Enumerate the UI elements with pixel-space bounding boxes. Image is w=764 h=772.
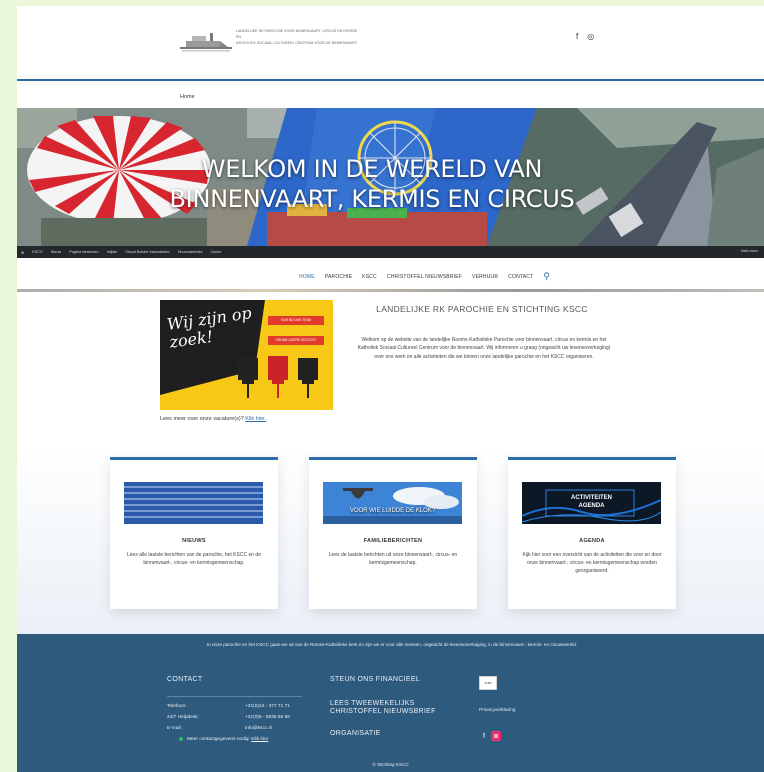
footer-contact-divider xyxy=(167,696,302,697)
search-icon[interactable]: ⚲ xyxy=(543,271,550,282)
breadcrumb-home[interactable]: Home xyxy=(180,94,195,100)
footer-support-heading[interactable]: STEUN ONS FINANCIEEL xyxy=(330,676,420,683)
footer-organisation-heading[interactable]: ORGANISATIE xyxy=(330,730,381,737)
footer-contact-heading: CONTACT xyxy=(167,676,203,683)
facebook-icon[interactable]: f xyxy=(576,32,578,41)
footer-newsletter-heading[interactable]: LEES TWEEWEKELIJKS CHRISTOFFEL NIEUWSBRI… xyxy=(330,700,436,716)
site-logo[interactable]: LANDELIJKE RK PAROCHIE VOOR BINNENVAART,… xyxy=(180,28,410,56)
status-dot-icon xyxy=(179,737,183,741)
card-familieberichten-text: Lees de laatste berichten uit onze binne… xyxy=(328,552,458,566)
admin-item-visual-builder[interactable]: Visual Builder inschakelen xyxy=(125,250,169,254)
footer-contact-more: Meer contactgegevens nodig: Klik hier xyxy=(187,737,268,742)
vacancy-link-prefix: Lees meer over onze vacature(s)? xyxy=(160,416,244,422)
admin-item-sustainability[interactable]: Duurzaamheid xyxy=(178,250,203,254)
nav-item-verhuur[interactable]: VERHUUR xyxy=(472,274,498,280)
admin-user-greeting[interactable]: Hallo kscc xyxy=(741,249,758,253)
nav-item-kscc[interactable]: KSCC xyxy=(362,274,377,280)
footer-helpdesk-label: 24/7 Helpdesk: xyxy=(167,715,199,720)
footer-newsletter-line-2: CHRISTOFFEL NIEUWSBRIEF xyxy=(330,708,436,715)
footer-helpdesk-value[interactable]: +31(0)6 - 5535 66 66 xyxy=(245,715,290,720)
card-nieuws-image xyxy=(124,482,263,524)
admin-toolbar: ⊕ KSCC Nieuw Pagina bewerken Inlijste Vi… xyxy=(17,246,764,258)
card-agenda-image-caption-line-1: ACTIVITEITEN xyxy=(570,495,612,501)
instagram-icon[interactable] xyxy=(490,731,501,741)
hero-banner: WELKOM IN DE WERELD VAN BINNENVAART, KER… xyxy=(17,108,764,246)
logo-ship-icon xyxy=(180,33,232,52)
header-divider xyxy=(17,79,764,81)
hero-title-line-1: WELKOM IN DE WERELD VAN xyxy=(201,155,543,183)
footer-privacy-link[interactable]: Privacyverklaring xyxy=(479,708,516,713)
footer-contact-more-link[interactable]: Klik hier xyxy=(251,737,268,742)
logo-line-3: KATHOLIEK SOCIAAL CULTUREEL CENTRUM VOOR… xyxy=(236,41,358,45)
admin-item-cache[interactable]: Cache xyxy=(210,250,221,254)
card-agenda[interactable]: ACTIVITEITEN AGENDA AGENDA Kijk hier voo… xyxy=(508,457,676,609)
hero-title-line-2: BINNENVAART, KERMIS EN CIRCUS xyxy=(169,185,575,213)
intro-body: Welkom op de website van de landelijke R… xyxy=(357,337,611,360)
vacancy-tag-volunteers: VRIJWILLIGERS GEZOCHT xyxy=(268,336,324,345)
header-social: f ◎ xyxy=(576,32,594,41)
card-agenda-title: AGENDA xyxy=(579,538,605,544)
card-familieberichten[interactable]: VOOR WIE LUIDDE DE KLOK? FAMILIEBERICHTE… xyxy=(309,457,477,609)
footer-intro: In onze parochie en het KSCC gaan we uit… xyxy=(206,642,578,647)
intro-title: LANDELIJKE RK PAROCHIE EN STICHTING KSCC xyxy=(376,304,588,314)
admin-item-plugins[interactable]: Inlijste xyxy=(107,250,118,254)
vacancy-tag-team: KOM BIJ ONS TEAM xyxy=(268,316,324,325)
card-nieuws-text: Lees alle laatste berichten van de paroc… xyxy=(127,552,261,566)
card-nieuws-title: NIEUWS xyxy=(182,538,206,544)
footer-email-value[interactable]: info@kscc.nl xyxy=(245,726,272,731)
bell-sky-image xyxy=(323,482,462,524)
admin-item-edit-page[interactable]: Pagina bewerken xyxy=(69,250,98,254)
footer-phone-value[interactable]: +31(0)24 - 377 71 71 xyxy=(245,704,290,709)
vacancy-banner[interactable]: Wij zijn op zoek! KOM BIJ ONS TEAM VRIJW… xyxy=(160,300,333,410)
hero-title: WELKOM IN DE WERELD VAN BINNENVAART, KER… xyxy=(167,154,577,214)
instagram-icon[interactable]: ◎ xyxy=(587,32,594,41)
logo-text: LANDELIJKE RK PAROCHIE VOOR BINNENVAART,… xyxy=(236,28,406,46)
card-familieberichten-image-caption: VOOR WIE LUIDDE DE KLOK? xyxy=(349,508,436,514)
footer-social: f xyxy=(483,731,501,741)
card-agenda-text: Kijk hier voor een overzicht van de acti… xyxy=(522,552,662,574)
footer-phone-label: Telefoon: xyxy=(167,704,187,709)
vacancy-link-row: Lees meer over onze vacature(s)? Klik hi… xyxy=(160,416,266,422)
nav-item-home[interactable]: HOME xyxy=(299,274,315,280)
card-familieberichten-image: VOOR WIE LUIDDE DE KLOK? xyxy=(323,482,462,524)
anbi-label: ANBI xyxy=(484,681,492,685)
page: LANDELIJKE RK PAROCHIE VOOR BINNENVAART,… xyxy=(17,6,764,772)
footer-newsletter-line-1: LEES TWEEWEKELIJKS xyxy=(330,700,415,707)
anbi-logo[interactable]: ANBI xyxy=(479,676,497,690)
footer-email-label: E-mail: xyxy=(167,726,182,731)
admin-item-new[interactable]: Nieuw xyxy=(51,250,62,254)
card-familieberichten-title: FAMILIEBERICHTEN xyxy=(363,538,423,544)
nav-item-parochie[interactable]: PAROCHIE xyxy=(325,274,352,280)
card-nieuws[interactable]: NIEUWS Lees alle laatste berichten van d… xyxy=(110,457,278,609)
nav-item-contact[interactable]: CONTACT xyxy=(508,274,533,280)
vacancy-link[interactable]: Klik hier. xyxy=(245,416,266,422)
nav-item-christoffel-nieuwsbrief[interactable]: CHRISTOFFEL NIEUWSBRIEF xyxy=(387,274,462,280)
decorative-strip xyxy=(17,289,764,292)
wordpress-icon[interactable]: ⊕ xyxy=(21,250,24,255)
card-agenda-image-caption-line-2: AGENDA xyxy=(578,503,605,509)
card-agenda-image: ACTIVITEITEN AGENDA xyxy=(522,482,661,524)
facebook-icon[interactable]: f xyxy=(483,733,485,740)
admin-item-site[interactable]: KSCC xyxy=(32,250,43,254)
site-footer: In onze parochie en het KSCC gaan we uit… xyxy=(17,634,764,772)
footer-copyright: © Stichting KSCC xyxy=(372,762,409,767)
site-header: LANDELIJKE RK PAROCHIE VOOR BINNENVAART,… xyxy=(17,6,764,80)
card-agenda-image-caption: ACTIVITEITEN AGENDA xyxy=(522,494,661,510)
newspaper-image xyxy=(124,482,263,524)
footer-contact-more-prefix: Meer contactgegevens nodig: xyxy=(187,737,250,742)
